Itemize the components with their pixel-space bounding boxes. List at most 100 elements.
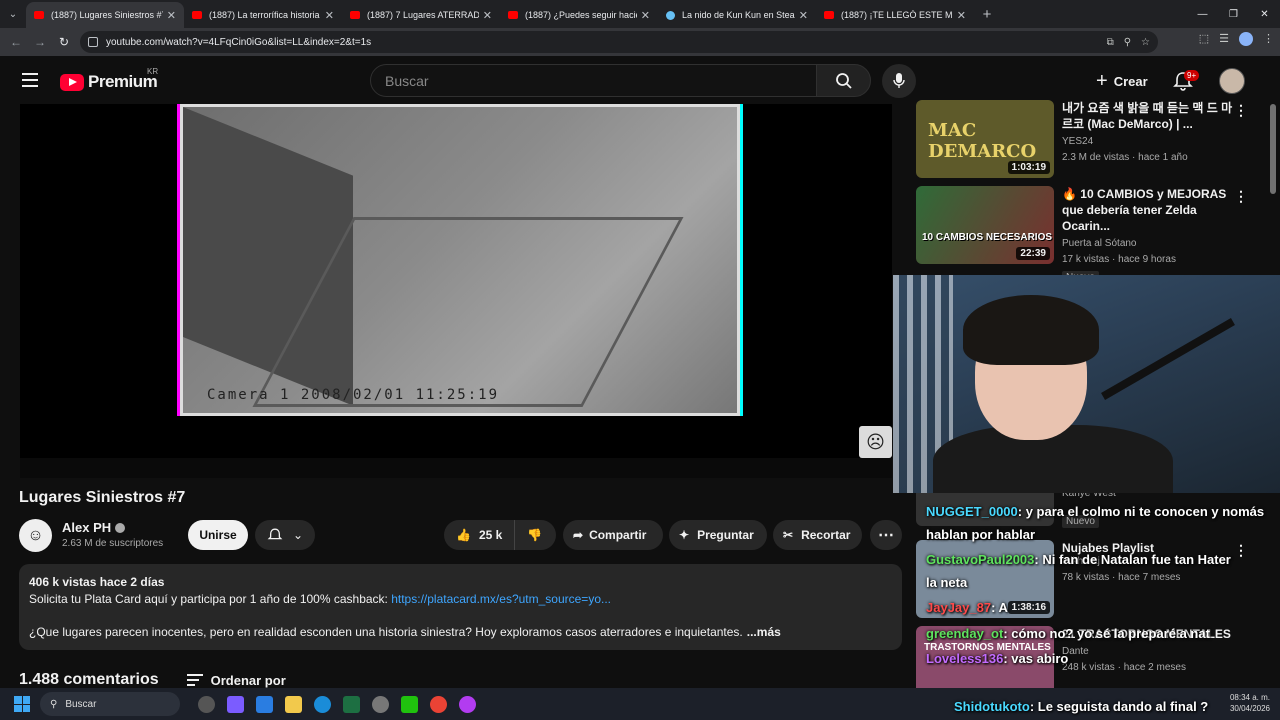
share-button[interactable]: ➦ Compartir <box>563 520 663 550</box>
description-box[interactable]: 406 k vistas hace 2 días Solicita tu Pla… <box>19 564 902 650</box>
profile-icon[interactable] <box>1239 32 1253 46</box>
channel-name[interactable]: Alex PH <box>62 520 111 535</box>
channel-avatar[interactable]: ☺ <box>19 519 52 552</box>
install-app-icon[interactable]: ⧉ <box>1107 37 1114 48</box>
minimize-icon[interactable]: — <box>1187 9 1218 20</box>
voice-search-button[interactable] <box>882 64 916 98</box>
file-explorer-icon[interactable] <box>285 695 302 713</box>
close-tab-icon[interactable]: ✕ <box>325 9 334 22</box>
hamburger-menu-icon[interactable] <box>22 73 38 87</box>
recommendation-item[interactable]: MAC DEMARCO 1:03:19 내가 요즘 색 밝을 때 듣는 맥 드 … <box>916 100 1256 180</box>
tab-5[interactable]: La nido de Kun Kun en Steam ✕ <box>658 2 816 28</box>
reading-list-icon[interactable]: ☰ <box>1219 32 1229 46</box>
chat-text: : cómo no? yo sé la preparé a nat <box>1003 626 1210 641</box>
app-icon[interactable] <box>459 695 476 713</box>
ask-button[interactable]: ✦ Preguntar <box>669 520 767 550</box>
settings-icon[interactable] <box>372 695 389 713</box>
description-text: ¿Que lugares parecen inocentes, pero en … <box>29 625 743 639</box>
chrome-icon[interactable] <box>430 695 447 713</box>
more-vert-icon[interactable]: ⋮ <box>1234 542 1248 559</box>
promo-link[interactable]: https://platacard.mx/es?utm_source=yo... <box>391 592 611 606</box>
join-button[interactable]: Unirse <box>188 520 248 550</box>
sparkle-icon: ✦ <box>679 528 690 542</box>
new-tab-button[interactable]: + <box>974 6 1000 23</box>
chat-username: Loveless136 <box>926 651 1004 666</box>
clip-button[interactable]: ✂ Recortar <box>773 520 862 550</box>
recommendation-channel[interactable]: Dante <box>1062 646 1242 657</box>
back-icon[interactable]: ← <box>4 35 28 49</box>
recommendation-item[interactable]: 10 CAMBIOS NECESARIOS 22:39 🔥 10 CAMBIOS… <box>916 186 1256 284</box>
taskbar-search[interactable]: ⚲ Buscar <box>40 692 180 716</box>
bookmark-star-icon[interactable]: ☆ <box>1141 37 1150 48</box>
recommendation-channel[interactable]: Puerta al Sótano <box>1062 238 1242 249</box>
youtube-icon <box>350 11 360 19</box>
tab-1[interactable]: (1887) Lugares Siniestros #7 - YouTube ✕ <box>26 2 184 28</box>
player-progress-bar[interactable] <box>20 458 892 478</box>
video-player[interactable]: Camera 1 2008/02/01 11:25:19 <box>20 104 892 478</box>
sidebar-scrollbar[interactable] <box>1270 104 1276 194</box>
duration-badge: 1:03:19 <box>1007 161 1050 174</box>
tab-2[interactable]: (1887) La terrorífica historia REAL ✕ <box>184 2 342 28</box>
ask-label: Preguntar <box>697 528 754 542</box>
tab-6[interactable]: (1887) ¡TE LLEGÓ ESTE MENSAJE ✕ <box>816 2 974 28</box>
sort-comments-button[interactable]: Ordenar por <box>186 673 286 688</box>
chat-username: Shidotukoto <box>954 699 1030 714</box>
screen: ⌄ (1887) Lugares Siniestros #7 - YouTube… <box>0 0 1280 720</box>
tab-3[interactable]: (1887) 7 Lugares ATERRADORES ✕ <box>342 2 500 28</box>
sort-icon <box>186 674 203 686</box>
bell-icon <box>267 528 283 540</box>
reload-icon[interactable]: ↻ <box>52 35 76 49</box>
task-view-icon[interactable] <box>198 695 215 713</box>
search-input[interactable]: Buscar <box>370 64 817 97</box>
chat-username: greenday_ot <box>926 626 1004 641</box>
system-tray[interactable]: 08:34 a. m. 30/04/2026 <box>1230 692 1270 714</box>
excel-icon[interactable] <box>343 695 360 713</box>
close-tab-icon[interactable]: ✕ <box>483 9 492 22</box>
show-more-link[interactable]: ...más <box>747 625 781 639</box>
recommendation-thumbnail[interactable]: MAC DEMARCO 1:03:19 <box>916 100 1054 178</box>
like-button[interactable]: 👍 25 k <box>444 520 516 550</box>
close-tab-icon[interactable]: ✕ <box>167 9 176 22</box>
close-tab-icon[interactable]: ✕ <box>957 9 966 22</box>
channel-name-row[interactable]: Alex PH <box>62 520 126 535</box>
browser-tab-strip: ⌄ (1887) Lugares Siniestros #7 - YouTube… <box>0 0 1280 28</box>
chevron-down-icon: ⌄ <box>292 528 304 542</box>
thumbs-up-icon: 👍 <box>456 528 471 542</box>
search-button[interactable] <box>816 64 871 97</box>
tab-4[interactable]: (1887) ¿Puedes seguir haciendo ✕ <box>500 2 658 28</box>
more-actions-button[interactable]: ⋯ <box>870 520 902 550</box>
edge-icon[interactable] <box>314 695 331 713</box>
verified-icon <box>115 522 126 533</box>
create-button[interactable]: + Crear <box>1088 68 1156 94</box>
subscription-bell-button[interactable]: ⌄ <box>255 520 315 550</box>
close-window-icon[interactable]: ✕ <box>1249 9 1280 20</box>
close-tab-icon[interactable]: ✕ <box>799 9 808 22</box>
address-bar[interactable]: youtube.com/watch?v=4LFqCin0iGo&list=LL&… <box>80 31 1158 53</box>
store-icon[interactable] <box>256 695 273 713</box>
extensions-icon[interactable]: ⬚ <box>1199 32 1209 46</box>
tab-search-chevron-icon[interactable]: ⌄ <box>0 0 26 28</box>
more-vert-icon[interactable]: ⋮ <box>1234 188 1248 205</box>
recommendation-title[interactable]: 🔥 10 CAMBIOS y MEJORAS que debería tener… <box>1062 186 1242 234</box>
youtube-premium-logo[interactable]: Premium KR <box>60 67 158 92</box>
chat-message: la neta <box>926 575 967 590</box>
account-avatar[interactable] <box>1219 68 1245 94</box>
notification-badge: 9+ <box>1184 70 1200 81</box>
taskbar-search-label: Buscar <box>65 698 97 710</box>
recommendation-title[interactable]: 내가 요즘 색 밝을 때 듣는 맥 드 마르코 (Mac DeMarco) | … <box>1062 100 1242 132</box>
forward-icon[interactable]: → <box>28 35 52 49</box>
game-app-icon[interactable] <box>401 695 418 713</box>
streamer-hair-shape <box>963 295 1099 365</box>
chat-text: : Le seguista dando al final ? <box>1029 699 1209 714</box>
recommendation-thumbnail[interactable]: 10 CAMBIOS NECESARIOS 22:39 <box>916 186 1054 264</box>
site-info-icon[interactable] <box>88 37 98 47</box>
dislike-button[interactable]: 👎 <box>515 528 554 542</box>
zoom-icon[interactable]: ⚲ <box>1124 37 1131 48</box>
restore-icon[interactable]: ❐ <box>1218 9 1249 20</box>
windows-start-icon[interactable] <box>14 696 30 712</box>
copilot-icon[interactable] <box>227 695 244 713</box>
close-tab-icon[interactable]: ✕ <box>641 9 650 22</box>
more-vert-icon[interactable]: ⋮ <box>1234 102 1248 119</box>
recommendation-channel[interactable]: YES24 <box>1062 136 1242 147</box>
kebab-menu-icon[interactable]: ⋮ <box>1263 32 1274 46</box>
